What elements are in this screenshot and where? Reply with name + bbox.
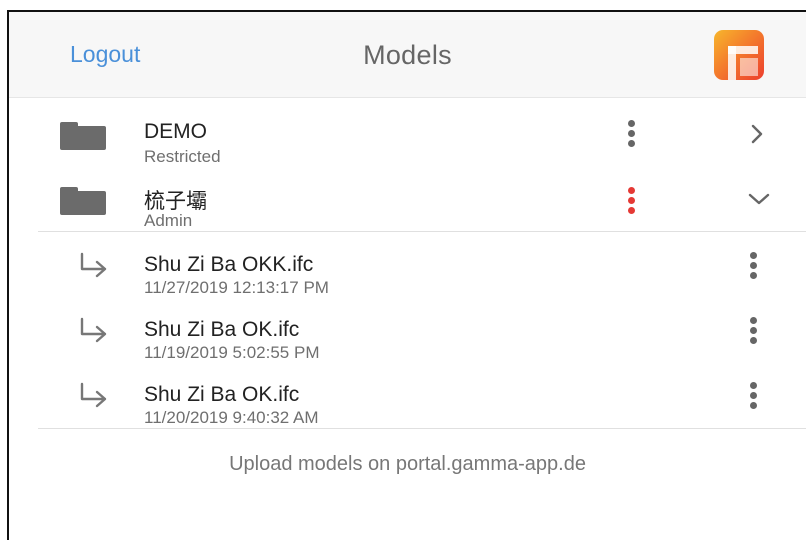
project-row-demo[interactable]: DEMO Restricted [9,116,806,172]
sub-item-arrow-icon [77,317,111,343]
model-menu-button[interactable] [741,382,765,416]
model-menu-button[interactable] [741,252,765,286]
app-screen: Logout Models DEMO Restricted 梳子壩 Admin [7,10,806,540]
chevron-right-icon[interactable] [743,120,771,148]
gamma-app-logo-icon [714,30,764,80]
model-row[interactable]: Shu Zi Ba OK.ifc 11/20/2019 9:40:32 AM [9,378,806,434]
divider [38,428,806,429]
sub-item-arrow-icon [77,252,111,278]
page-title: Models [363,40,452,70]
model-menu-button[interactable] [741,317,765,351]
upload-hint: Upload models on portal.gamma-app.de [229,453,586,475]
project-row-shuziba[interactable]: 梳子壩 Admin [9,181,806,237]
model-date: 11/20/2019 9:40:32 AM [144,408,319,427]
chevron-down-icon[interactable] [745,185,773,213]
folder-icon [60,187,106,217]
top-bar: Logout Models [9,12,806,98]
model-row[interactable]: Shu Zi Ba OK.ifc 11/19/2019 5:02:55 PM [9,313,806,369]
project-name: DEMO [144,120,207,143]
model-name: Shu Zi Ba OK.ifc [144,383,300,406]
project-menu-button[interactable] [619,187,643,221]
model-date: 11/19/2019 5:02:55 PM [144,343,320,362]
sub-item-arrow-icon [77,382,111,408]
model-name: Shu Zi Ba OKK.ifc [144,253,314,276]
folder-icon [60,122,106,152]
project-role: Restricted [144,147,221,166]
divider [38,231,806,232]
project-role: Admin [144,211,193,230]
model-date: 11/27/2019 12:13:17 PM [144,278,329,297]
project-menu-button[interactable] [619,120,643,154]
model-name: Shu Zi Ba OK.ifc [144,318,300,341]
model-row[interactable]: Shu Zi Ba OKK.ifc 11/27/2019 12:13:17 PM [9,248,806,304]
